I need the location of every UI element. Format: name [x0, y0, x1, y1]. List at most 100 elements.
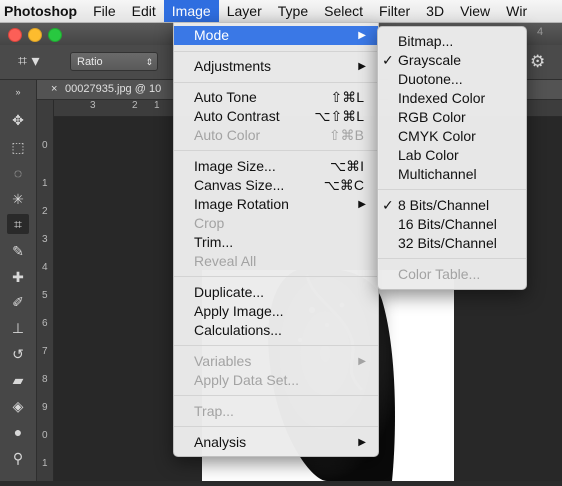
paint-bucket-tool-icon[interactable]: ◈: [7, 396, 29, 416]
menu-item-lab-color[interactable]: Lab Color: [378, 146, 526, 165]
crop-tool-preset-icon[interactable]: ⌗ ▾: [18, 51, 58, 73]
blur-tool-icon[interactable]: ●: [7, 422, 29, 442]
menu-image[interactable]: Image: [163, 0, 219, 22]
menu-item-label: 16 Bits/Channel: [398, 216, 497, 232]
menu-3d[interactable]: 3D: [418, 0, 452, 22]
menu-item-label: Auto Tone: [194, 89, 257, 105]
menu-separator: [174, 345, 378, 346]
menu-separator: [378, 258, 526, 259]
menu-item-mode[interactable]: Mode ▶: [174, 26, 378, 45]
menu-item-label: Variables: [194, 353, 252, 369]
document-name: 00027935.jpg @ 10: [65, 83, 162, 95]
menu-item-shortcut: ⌥⌘I: [329, 158, 364, 174]
menu-separator: [174, 276, 378, 277]
menu-item-auto-tone[interactable]: Auto Tone ⇧⌘L: [174, 88, 378, 107]
ruler-label: 9: [42, 402, 48, 413]
menu-item-apply-data-set: Apply Data Set...: [174, 371, 378, 390]
close-window-button[interactable]: [8, 28, 22, 42]
menu-item-canvas-size[interactable]: Canvas Size... ⌥⌘C: [174, 176, 378, 195]
menu-app-photoshop[interactable]: Photoshop: [0, 0, 85, 22]
crop-tool-icon[interactable]: ⌗: [7, 214, 29, 234]
menu-item-apply-image[interactable]: Apply Image...: [174, 302, 378, 321]
ratio-select-value: Ratio: [77, 56, 103, 68]
submenu-arrow-icon: ▶: [358, 199, 366, 210]
menu-item-32-bits[interactable]: 32 Bits/Channel: [378, 234, 526, 253]
menu-view[interactable]: View: [452, 0, 498, 22]
menu-item-trim[interactable]: Trim...: [174, 233, 378, 252]
menu-item-label: Lab Color: [398, 147, 459, 163]
options-number: 4: [537, 26, 544, 38]
menu-file[interactable]: File: [85, 0, 124, 22]
menu-item-16-bits[interactable]: 16 Bits/Channel: [378, 215, 526, 234]
move-tool-icon[interactable]: ✥: [7, 110, 29, 130]
menu-item-analysis[interactable]: Analysis ▶: [174, 433, 378, 452]
menu-item-label: Grayscale: [398, 52, 462, 68]
menu-separator: [174, 426, 378, 427]
menu-item-auto-contrast[interactable]: Auto Contrast ⌥⇧⌘L: [174, 107, 378, 126]
submenu-arrow-icon: ▶: [358, 356, 366, 367]
menu-filter[interactable]: Filter: [371, 0, 418, 22]
ruler-label: 8: [42, 374, 48, 385]
ruler-label: 5: [42, 290, 48, 301]
mode-submenu: Bitmap... ✓ Grayscale Duotone... Indexed…: [377, 26, 527, 290]
submenu-arrow-icon: ▶: [358, 61, 366, 72]
ruler-label: 2: [42, 206, 48, 217]
ruler-vertical: 0 1 2 3 4 5 6 7 8 9 0 1: [37, 100, 54, 481]
menu-item-calculations[interactable]: Calculations...: [174, 321, 378, 340]
menu-item-variables: Variables ▶: [174, 352, 378, 371]
ruler-label: 2: [132, 100, 138, 111]
menu-item-label: Calculations...: [194, 322, 282, 338]
menu-item-image-rotation[interactable]: Image Rotation ▶: [174, 195, 378, 214]
menu-item-reveal-all: Reveal All: [174, 252, 378, 271]
eyedropper-tool-icon[interactable]: ✎: [7, 241, 29, 261]
zoom-window-button[interactable]: [48, 28, 62, 42]
menu-item-indexed-color[interactable]: Indexed Color: [378, 89, 526, 108]
menu-item-image-size[interactable]: Image Size... ⌥⌘I: [174, 157, 378, 176]
ruler-label: 6: [42, 318, 48, 329]
menu-item-8-bits[interactable]: ✓ 8 Bits/Channel: [378, 196, 526, 215]
menu-separator: [174, 82, 378, 83]
menu-item-rgb-color[interactable]: RGB Color: [378, 108, 526, 127]
menu-item-label: Analysis: [194, 434, 247, 450]
ruler-label: 1: [42, 458, 48, 469]
magic-wand-tool-icon[interactable]: ✳: [7, 189, 29, 209]
menu-item-label: Trim...: [194, 234, 234, 250]
menu-item-color-table: Color Table...: [378, 265, 526, 284]
stamp-tool-icon[interactable]: ⊥: [7, 318, 29, 338]
ratio-select[interactable]: Ratio ⇕: [70, 52, 158, 71]
ruler-label: 3: [90, 100, 96, 111]
menu-edit[interactable]: Edit: [124, 0, 164, 22]
menu-item-multichannel[interactable]: Multichannel: [378, 165, 526, 184]
menu-item-duplicate[interactable]: Duplicate...: [174, 283, 378, 302]
menu-item-cmyk-color[interactable]: CMYK Color: [378, 127, 526, 146]
history-brush-tool-icon[interactable]: ↺: [7, 344, 29, 364]
minimize-window-button[interactable]: [28, 28, 42, 42]
menu-select[interactable]: Select: [316, 0, 371, 22]
eraser-tool-icon[interactable]: ▰: [7, 370, 29, 390]
lasso-tool-icon[interactable]: ◌: [7, 163, 29, 183]
menu-item-bitmap[interactable]: Bitmap...: [378, 32, 526, 51]
close-tab-icon[interactable]: ×: [51, 80, 57, 99]
menu-bar: Photoshop File Edit Image Layer Type Sel…: [0, 0, 562, 23]
gear-icon[interactable]: ⚙: [530, 52, 545, 72]
menu-item-grayscale[interactable]: ✓ Grayscale: [378, 51, 526, 70]
brush-tool-icon[interactable]: ✐: [7, 292, 29, 312]
menu-type[interactable]: Type: [270, 0, 316, 22]
menu-item-label: RGB Color: [398, 109, 466, 125]
menu-item-label: Image Rotation: [194, 196, 289, 212]
menu-layer[interactable]: Layer: [219, 0, 270, 22]
menu-item-crop: Crop: [174, 214, 378, 233]
dodge-tool-icon[interactable]: ⚲: [7, 448, 29, 468]
menu-item-duotone[interactable]: Duotone...: [378, 70, 526, 89]
menu-item-label: 32 Bits/Channel: [398, 235, 497, 251]
tools-panel: » ✥ ⬚ ◌ ✳ ⌗ ✎ ✚ ✐ ⊥ ↺ ▰ ◈ ● ⚲: [0, 80, 37, 481]
panel-collapse-icon[interactable]: »: [7, 82, 29, 102]
menu-window[interactable]: Wir: [498, 0, 535, 22]
healing-brush-tool-icon[interactable]: ✚: [7, 267, 29, 287]
menu-item-trap: Trap...: [174, 402, 378, 421]
menu-item-adjustments[interactable]: Adjustments ▶: [174, 57, 378, 76]
ruler-label: 3: [42, 234, 48, 245]
marquee-tool-icon[interactable]: ⬚: [7, 137, 29, 157]
menu-item-label: Color Table...: [398, 266, 481, 282]
menu-item-label: Mode: [194, 27, 230, 43]
